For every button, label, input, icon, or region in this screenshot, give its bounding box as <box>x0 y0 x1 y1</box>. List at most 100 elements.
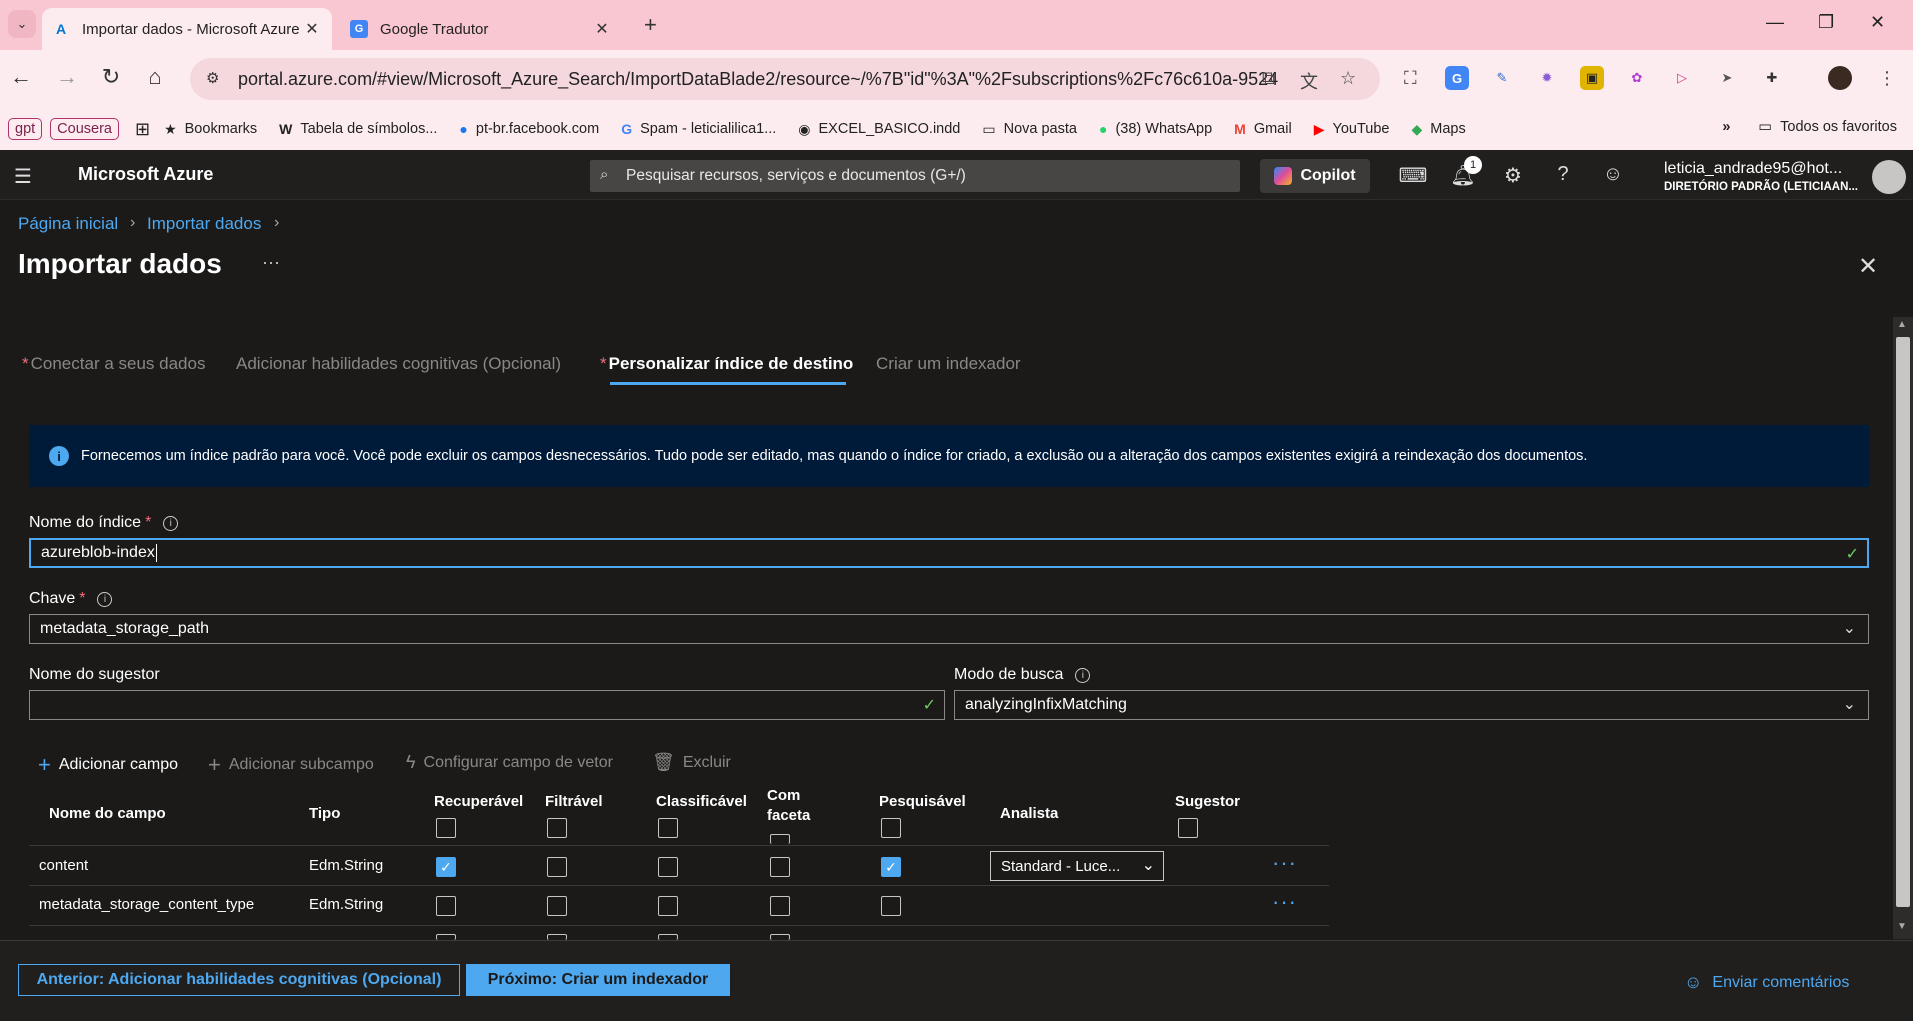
send-feedback-link[interactable]: ☺ Enviar comentários <box>1684 972 1849 993</box>
info-icon[interactable]: i <box>97 592 113 607</box>
play-extension-icon[interactable]: ▷ <box>1670 66 1694 90</box>
scrollbar[interactable]: ▲ ▼ <box>1893 317 1913 939</box>
next-button[interactable]: Próximo: Criar um indexador <box>466 964 730 996</box>
apps-grid-icon[interactable]: ⊞ <box>135 119 150 140</box>
select-all-filterable-checkbox[interactable] <box>547 818 567 838</box>
previous-button[interactable]: Anterior: Adicionar habilidades cognitiv… <box>18 964 460 996</box>
step-connect[interactable]: * Conectar a seus dados <box>22 354 205 374</box>
select-all-searchable-checkbox[interactable] <box>881 818 901 838</box>
scrollbar-thumb[interactable] <box>1896 337 1910 907</box>
scroll-up-icon[interactable]: ▲ <box>1897 319 1907 330</box>
configure-vector-button[interactable]: ϟ Configurar campo de vetor <box>406 752 613 773</box>
settings-gear-icon[interactable]: ⚙ <box>1498 163 1528 188</box>
user-directory[interactable]: DIRETÓRIO PADRÃO (LETICIAAN... <box>1664 181 1858 193</box>
sortable-checkbox[interactable] <box>658 857 678 877</box>
pen-extension-icon[interactable]: ✎ <box>1490 66 1514 90</box>
reload-icon[interactable]: ↻ <box>96 64 126 90</box>
feedback-icon[interactable]: ☺ <box>1598 163 1628 186</box>
scroll-down-icon[interactable]: ▼ <box>1897 921 1907 932</box>
delete-button[interactable]: 🗑︎ Excluir <box>652 752 731 773</box>
user-avatar[interactable] <box>1872 160 1906 194</box>
filterable-checkbox[interactable] <box>547 896 567 916</box>
analyzer-dropdown[interactable]: Standard - Luce... ⌄ <box>990 851 1164 881</box>
select-all-facetable-checkbox[interactable] <box>770 834 790 844</box>
field-name-cell[interactable]: metadata_storage_content_type <box>39 896 254 913</box>
open-in-app-icon[interactable]: ⧉ <box>1262 68 1275 89</box>
brain-extension-icon[interactable]: ✿ <box>1625 66 1649 90</box>
more-bookmarks-icon[interactable]: » <box>1722 119 1730 135</box>
sortable-checkbox[interactable] <box>658 896 678 916</box>
screenshot-icon[interactable]: ⛶ <box>1404 68 1417 89</box>
all-bookmarks-link[interactable]: Todos os favoritos <box>1780 119 1897 135</box>
minimize-icon[interactable]: — <box>1766 12 1784 33</box>
bird-extension-icon[interactable]: ➤ <box>1715 66 1739 90</box>
bookmark-excel[interactable]: ◉ EXCEL_BASICO.indd <box>798 121 960 138</box>
profile-avatar[interactable] <box>1828 66 1852 90</box>
info-icon[interactable]: i <box>163 516 179 531</box>
address-bar[interactable]: ⚙ portal.azure.com/#view/Microsoft_Azure… <box>190 58 1380 100</box>
key-dropdown[interactable]: metadata_storage_path ⌄ <box>29 614 1869 644</box>
tab-search-button[interactable]: ⌄ <box>8 10 36 38</box>
close-tab-icon[interactable]: ✕ <box>592 19 612 39</box>
breadcrumb-home[interactable]: Página inicial <box>18 214 118 234</box>
suggester-name-input[interactable]: ✓ <box>29 690 945 720</box>
filterable-checkbox[interactable] <box>547 857 567 877</box>
azure-brand[interactable]: Microsoft Azure <box>78 164 213 185</box>
folder-extension-icon[interactable]: ▣ <box>1580 66 1604 90</box>
translate-extension-icon[interactable]: G <box>1445 66 1469 90</box>
gear-extension-icon[interactable]: ✹ <box>1535 66 1559 90</box>
tab-google-translate[interactable]: G Google Tradutor ✕ <box>340 8 622 50</box>
bookmark-gmail[interactable]: M Gmail <box>1234 121 1292 137</box>
close-tab-icon[interactable]: ✕ <box>302 19 322 39</box>
user-email[interactable]: leticia_andrade95@hot... <box>1664 160 1842 178</box>
new-tab-icon[interactable]: + <box>644 12 657 38</box>
facetable-checkbox[interactable] <box>770 896 790 916</box>
retrievable-checkbox[interactable]: ✓ <box>436 857 456 877</box>
bookmark-youtube[interactable]: ▶ YouTube <box>1314 121 1390 138</box>
search-mode-dropdown[interactable]: analyzingInfixMatching ⌄ <box>954 690 1869 720</box>
hamburger-menu-icon[interactable]: ☰ <box>14 164 32 189</box>
bookmark-spam[interactable]: G Spam - leticialilica1... <box>621 121 776 137</box>
searchable-checkbox[interactable]: ✓ <box>881 857 901 877</box>
breadcrumb-import[interactable]: Importar dados <box>147 214 261 234</box>
add-field-button[interactable]: + Adicionar campo <box>38 752 178 778</box>
retrievable-checkbox[interactable] <box>436 896 456 916</box>
select-all-sortable-checkbox[interactable] <box>658 818 678 838</box>
maximize-icon[interactable]: ❐ <box>1818 12 1834 33</box>
row-more-icon[interactable]: ··· <box>1272 889 1297 915</box>
site-info-icon[interactable]: ⚙ <box>206 69 219 87</box>
info-icon[interactable]: i <box>1075 668 1091 683</box>
more-options-icon[interactable]: ··· <box>262 252 280 273</box>
star-icon[interactable]: ☆ <box>1340 68 1356 89</box>
select-all-suggester-checkbox[interactable] <box>1178 818 1198 838</box>
searchable-checkbox[interactable] <box>881 896 901 916</box>
close-window-icon[interactable]: ✕ <box>1870 12 1885 33</box>
index-name-input[interactable]: azureblob-index ✓ <box>29 538 1869 568</box>
bookmark-facebook[interactable]: ● pt-br.facebook.com <box>459 121 599 137</box>
translate-icon[interactable]: 文 <box>1300 68 1318 94</box>
facetable-checkbox[interactable] <box>770 857 790 877</box>
forward-icon[interactable]: → <box>52 64 82 90</box>
bookmark-maps[interactable]: ◆ Maps <box>1411 121 1465 138</box>
home-icon[interactable]: ⌂ <box>140 64 170 90</box>
bookmark-nova-pasta[interactable]: ▭ Nova pasta <box>982 121 1077 138</box>
bookmark-bookmarks[interactable]: ★ Bookmarks <box>164 121 257 138</box>
bookmark-tabela[interactable]: W Tabela de símbolos... <box>279 121 437 137</box>
step-customize-index[interactable]: * Personalizar índice de destino <box>600 354 853 374</box>
bookmark-whatsapp[interactable]: ● (38) WhatsApp <box>1099 121 1212 137</box>
copilot-button[interactable]: Copilot <box>1260 159 1370 193</box>
bookmark-gpt[interactable]: gpt <box>8 118 43 140</box>
select-all-retrievable-checkbox[interactable] <box>436 818 456 838</box>
cloud-shell-icon[interactable]: ⌨ <box>1398 163 1428 188</box>
extensions-puzzle-icon[interactable]: ✚ <box>1760 66 1784 90</box>
bookmark-cousera[interactable]: Cousera <box>50 118 119 140</box>
azure-search-input[interactable]: ⌕ Pesquisar recursos, serviços e documen… <box>590 160 1240 192</box>
help-icon[interactable]: ? <box>1548 163 1578 186</box>
step-indexer[interactable]: Criar um indexador <box>876 354 1021 374</box>
row-more-icon[interactable]: ··· <box>1272 850 1297 876</box>
back-icon[interactable]: ← <box>6 64 36 90</box>
browser-menu-icon[interactable]: ⋮ <box>1878 68 1896 89</box>
field-name-cell[interactable]: content <box>39 857 88 874</box>
close-icon[interactable]: ✕ <box>1858 252 1878 281</box>
step-skills[interactable]: Adicionar habilidades cognitivas (Opcion… <box>236 354 561 374</box>
